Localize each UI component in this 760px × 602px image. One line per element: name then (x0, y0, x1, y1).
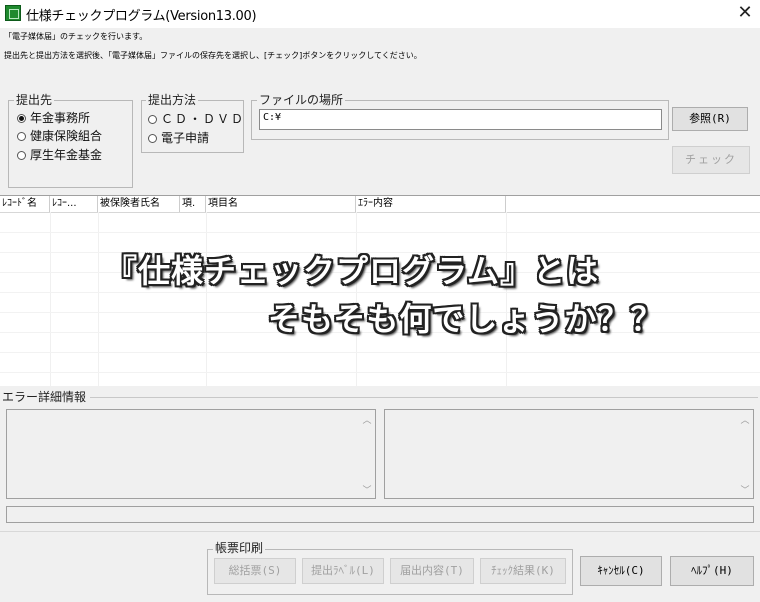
method-label: 提出方法 (146, 93, 199, 107)
help-button[interactable]: ﾍﾙﾌﾟ(H) (670, 556, 754, 586)
radio-selected-icon (17, 114, 26, 123)
column-record-no[interactable]: ﾚｺｰ... (50, 196, 98, 212)
radio-icon (148, 134, 157, 143)
overlay-caption-line-2: そもそも何でしょうか？？ (268, 300, 664, 338)
radio-pension-fund[interactable]: 厚生年金基金 (17, 148, 102, 162)
radio-label: 厚生年金基金 (30, 148, 103, 162)
radio-cd-dvd[interactable]: ＣＤ・ＤＶＤ (148, 112, 245, 126)
column-insured-name[interactable]: 被保険者氏名 (98, 196, 180, 212)
column-item-no[interactable]: 項. (180, 196, 206, 212)
error-detail-divider (90, 397, 758, 398)
radio-label: 年金事務所 (30, 111, 91, 125)
column-error-content[interactable]: ｴﾗｰ内容 (356, 196, 506, 212)
radio-pension-office[interactable]: 年金事務所 (17, 111, 90, 125)
scroll-down-icon[interactable]: ﹀ (360, 483, 374, 496)
radio-label: 電子申請 (161, 131, 210, 145)
grid-line (206, 212, 207, 386)
submit-to-label: 提出先 (14, 93, 55, 107)
app-icon (5, 5, 21, 21)
submit-label-button[interactable]: 提出ﾗﾍﾞﾙ(L) (302, 558, 384, 584)
radio-icon (148, 115, 157, 124)
overlay-caption-line-1: 『仕様チェックプログラム』とは (105, 252, 600, 290)
grid-line (0, 352, 760, 353)
grid-line (0, 372, 760, 373)
bottom-separator (0, 531, 760, 532)
browse-button[interactable]: 参照(R) (672, 107, 748, 131)
print-group-label: 帳票印刷 (213, 541, 266, 555)
column-record-name[interactable]: ﾚｺｰﾄﾞ名 (0, 196, 50, 212)
scroll-up-icon[interactable]: ︿ (360, 413, 374, 426)
method-group (141, 100, 244, 153)
radio-label: 健康保険組合 (30, 129, 103, 143)
column-item-name[interactable]: 項目名 (206, 196, 356, 212)
grid-line (50, 212, 51, 386)
info-line-2: 提出先と提出方法を選択後、「電子媒体届」ファイルの保存先を選択し、[チェック]ボ… (4, 51, 422, 60)
radio-label: ＣＤ・ＤＶＤ (161, 112, 246, 126)
radio-health-insurance[interactable]: 健康保険組合 (17, 129, 102, 143)
file-path-input[interactable]: C:¥ (259, 109, 662, 130)
error-detail-right (384, 409, 754, 499)
cancel-button[interactable]: ｷｬﾝｾﾙ(C) (580, 556, 662, 586)
close-icon[interactable]: ✕ (733, 2, 757, 24)
check-result-button[interactable]: ﾁｪｯｸ結果(K) (480, 558, 566, 584)
info-line-1: 「電子媒体届」のチェックを行います。 (4, 32, 148, 41)
error-detail-left (6, 409, 376, 499)
radio-icon (17, 132, 26, 141)
scroll-down-icon[interactable]: ﹀ (738, 483, 752, 496)
error-detail-label: エラー詳細情報 (2, 390, 87, 404)
grid-line (0, 232, 760, 233)
radio-icon (17, 151, 26, 160)
grid-line (0, 292, 760, 293)
scroll-up-icon[interactable]: ︿ (738, 413, 752, 426)
check-button[interactable]: チェック (672, 146, 750, 174)
file-location-label: ファイルの場所 (257, 93, 346, 107)
window-title: 仕様チェックプログラム(Version13.00) (26, 9, 257, 24)
status-bar (6, 506, 754, 523)
radio-e-application[interactable]: 電子申請 (148, 131, 209, 145)
summary-button[interactable]: 総括票(S) (214, 558, 296, 584)
submit-content-button[interactable]: 届出内容(T) (390, 558, 474, 584)
grid-line (98, 212, 99, 386)
